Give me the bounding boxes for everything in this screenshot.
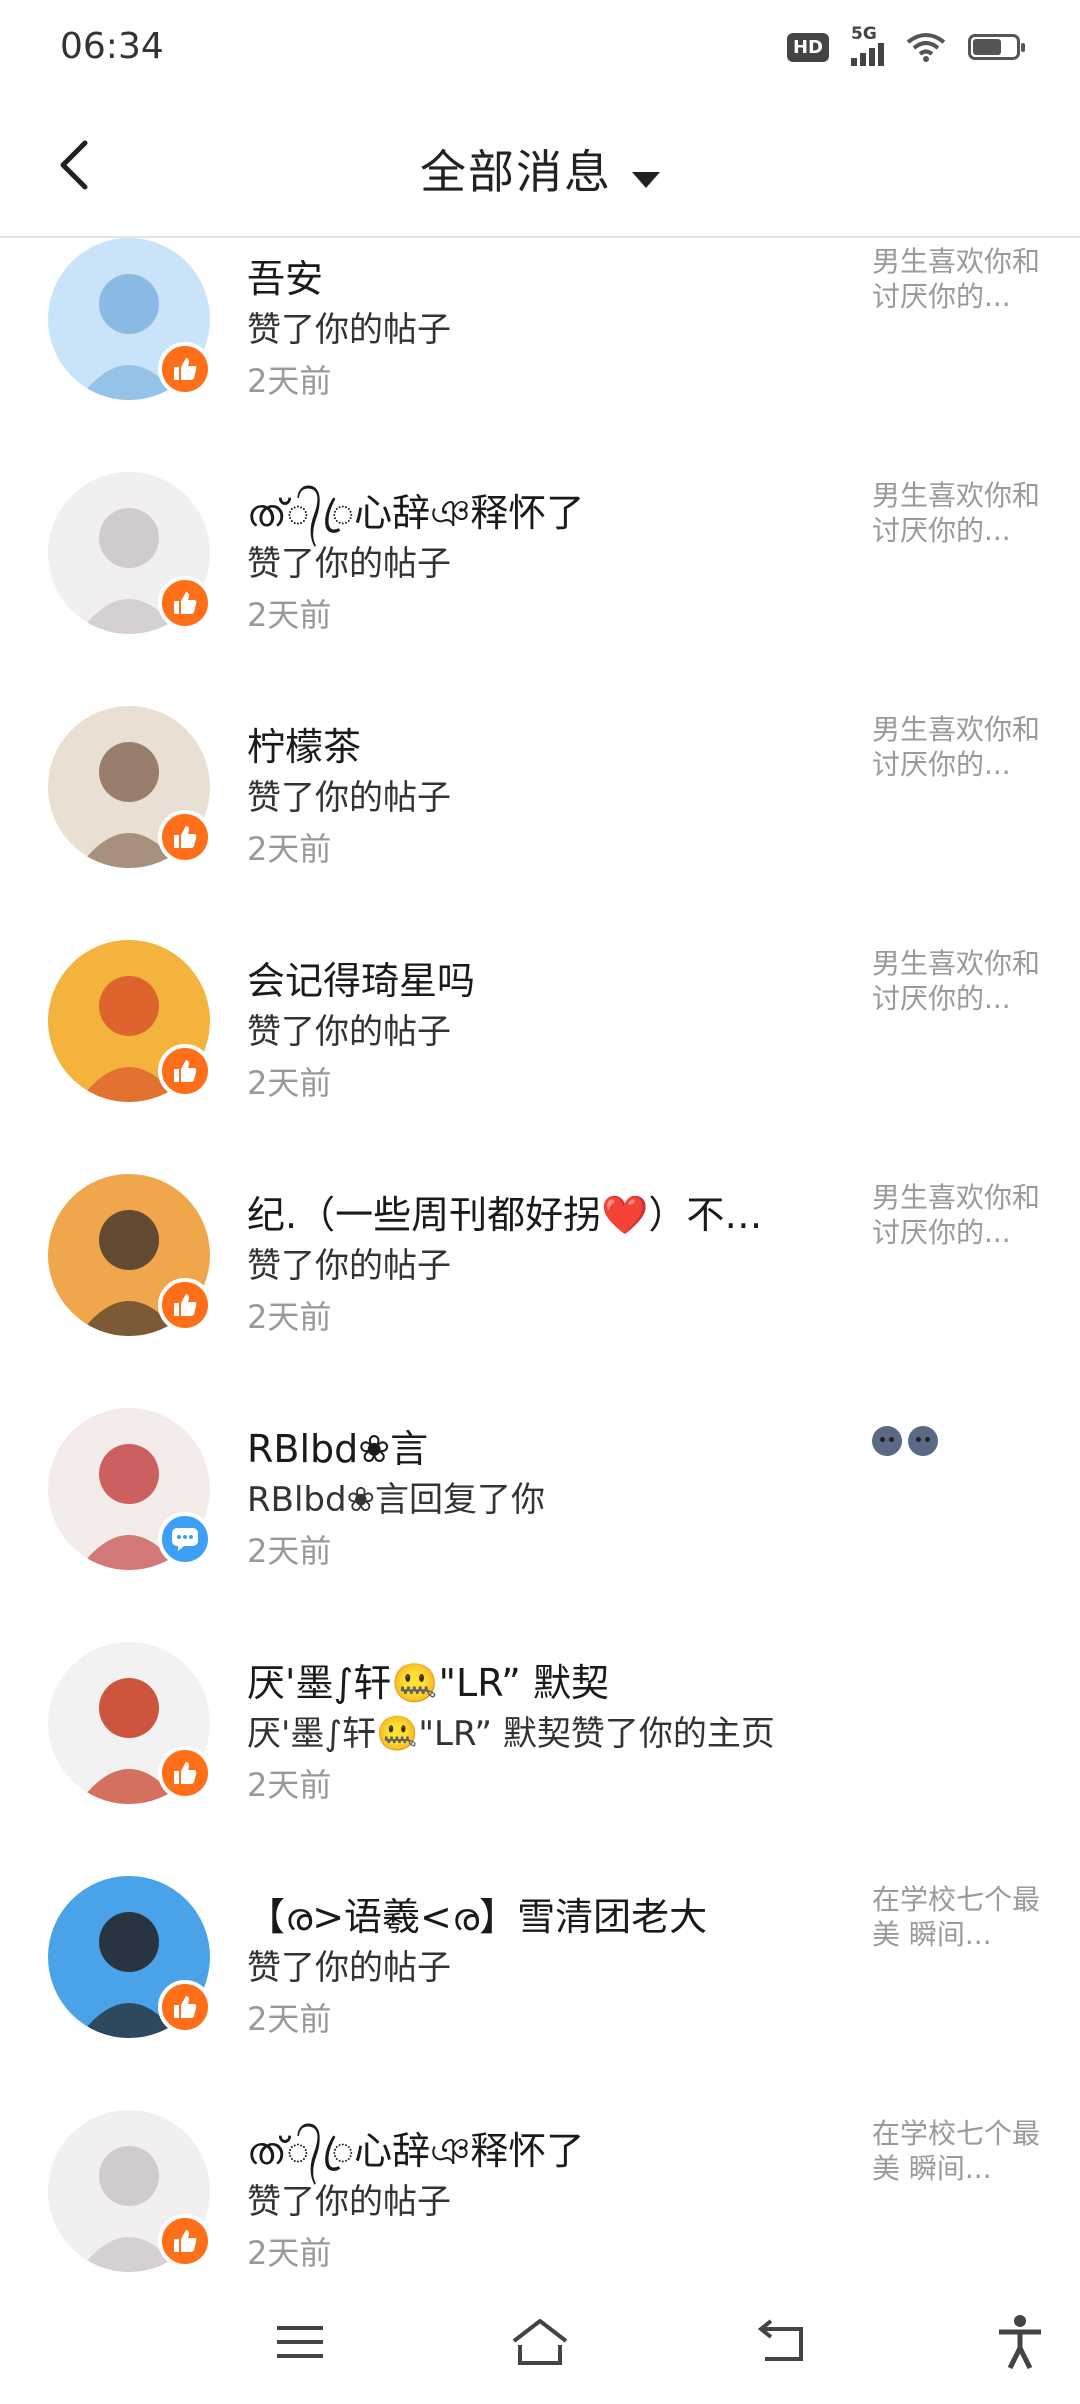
new-moon-face-icon [872, 1426, 902, 1456]
status-time: 06:34 [60, 26, 164, 67]
post-preview[interactable]: 在学校七个最美 瞬间... [872, 1882, 1042, 1952]
sender-name: 纪.（一些周刊都好拐❤️）不… [247, 1193, 763, 1237]
like-icon [158, 810, 212, 864]
nav-back-button[interactable] [752, 2312, 812, 2372]
message-item[interactable]: RBlbd❀言 RBlbd❀言回复了你 2天前 [0, 1390, 1080, 1624]
battery-icon [968, 34, 1025, 60]
message-action: RBlbd❀言回复了你 [247, 1480, 546, 1520]
status-icons: HD 5G [786, 24, 1025, 66]
sender-name: 吾安 [247, 257, 324, 301]
menu-icon [277, 2326, 323, 2358]
message-item[interactable]: ത്᭄ꦿ心辞ঞ释怀了 赞了你的帖子 2天前 在学校七个最美 瞬间... [0, 2092, 1080, 2280]
post-preview[interactable]: 男生喜欢你和讨厌你的... [872, 244, 1042, 314]
message-item[interactable]: 吾安 赞了你的帖子 2天前 男生喜欢你和讨厌你的... [0, 238, 1080, 454]
post-preview[interactable]: 在学校七个最美 瞬间... [872, 2116, 1042, 2186]
header: 全部消息 [0, 100, 1080, 238]
sender-name: RBlbd❀言 [247, 1427, 429, 1471]
like-icon [158, 1044, 212, 1098]
message-action: 赞了你的帖子 [247, 544, 451, 584]
menu-button[interactable] [270, 2312, 330, 2372]
message-time: 2天前 [247, 1532, 332, 1570]
network-type: 5G [851, 24, 877, 44]
message-time: 2天前 [247, 830, 332, 868]
message-time: 2天前 [247, 2000, 332, 2038]
like-icon [158, 342, 212, 396]
message-action: 赞了你的帖子 [247, 1012, 451, 1052]
message-time: 2天前 [247, 1766, 332, 1804]
home-button[interactable] [510, 2312, 570, 2372]
message-action: 赞了你的帖子 [247, 2182, 451, 2222]
message-time: 2天前 [247, 596, 332, 634]
post-preview[interactable]: 男生喜欢你和讨厌你的... [872, 478, 1042, 548]
wifi-icon [906, 33, 946, 62]
post-preview[interactable]: 男生喜欢你和讨厌你的... [872, 712, 1042, 782]
sender-name: 厌'墨∫轩🤐"LR” 默契 [247, 1661, 609, 1705]
sender-name: 【ര>语羲<ര】雪清团老大 [247, 1895, 708, 1939]
home-icon [512, 2319, 568, 2365]
page-title: 全部消息 [420, 145, 612, 199]
sender-name: 会记得琦星吗 [247, 959, 476, 1003]
signal-icon: 5G [851, 24, 884, 66]
post-preview[interactable] [872, 1422, 1042, 1457]
like-icon [158, 1278, 212, 1332]
message-filter-dropdown[interactable]: 全部消息 [0, 136, 1080, 202]
new-moon-face-icon [908, 1426, 938, 1456]
message-list[interactable]: 吾安 赞了你的帖子 2天前 男生喜欢你和讨厌你的... ത്᭄ꦿ心辞ঞ释怀了 赞… [0, 238, 1080, 2280]
post-preview[interactable]: 男生喜欢你和讨厌你的... [872, 946, 1042, 1016]
accessibility-icon [999, 2315, 1041, 2370]
message-action: 厌'墨∫轩🤐"LR” 默契赞了你的主页 [247, 1714, 775, 1754]
post-preview[interactable]: 男生喜欢你和讨厌你的... [872, 1180, 1042, 1250]
back-icon [757, 2319, 803, 2361]
like-icon [158, 2214, 212, 2268]
message-time: 2天前 [247, 1298, 332, 1336]
status-bar: 06:34 HD 5G [0, 0, 1080, 100]
message-action: 赞了你的帖子 [247, 310, 451, 350]
accessibility-button[interactable] [990, 2312, 1050, 2372]
sender-name: 柠檬茶 [247, 725, 362, 769]
message-item[interactable]: 厌'墨∫轩🤐"LR” 默契 厌'墨∫轩🤐"LR” 默契赞了你的主页 2天前 [0, 1624, 1080, 1858]
hd-icon: HD [786, 32, 829, 62]
message-time: 2天前 [247, 1064, 332, 1102]
message-item[interactable]: 【ര>语羲<ര】雪清团老大 赞了你的帖子 2天前 在学校七个最美 瞬间... [0, 1858, 1080, 2092]
message-action: 赞了你的帖子 [247, 1246, 451, 1286]
like-icon [158, 1980, 212, 2034]
message-item[interactable]: ത്᭄ꦿ心辞ঞ释怀了 赞了你的帖子 2天前 男生喜欢你和讨厌你的... [0, 454, 1080, 688]
like-icon [158, 1746, 212, 1800]
message-action: 赞了你的帖子 [247, 1948, 451, 1988]
message-action: 赞了你的帖子 [247, 778, 451, 818]
caret-down-icon [632, 171, 660, 188]
message-time: 2天前 [247, 362, 332, 400]
message-time: 2天前 [247, 2234, 332, 2272]
comment-icon [158, 1512, 212, 1566]
message-item[interactable]: 纪.（一些周刊都好拐❤️）不… 赞了你的帖子 2天前 男生喜欢你和讨厌你的... [0, 1156, 1080, 1390]
system-nav-bar [0, 2280, 1080, 2404]
like-icon [158, 576, 212, 630]
message-item[interactable]: 会记得琦星吗 赞了你的帖子 2天前 男生喜欢你和讨厌你的... [0, 922, 1080, 1156]
message-item[interactable]: 柠檬茶 赞了你的帖子 2天前 男生喜欢你和讨厌你的... [0, 688, 1080, 922]
